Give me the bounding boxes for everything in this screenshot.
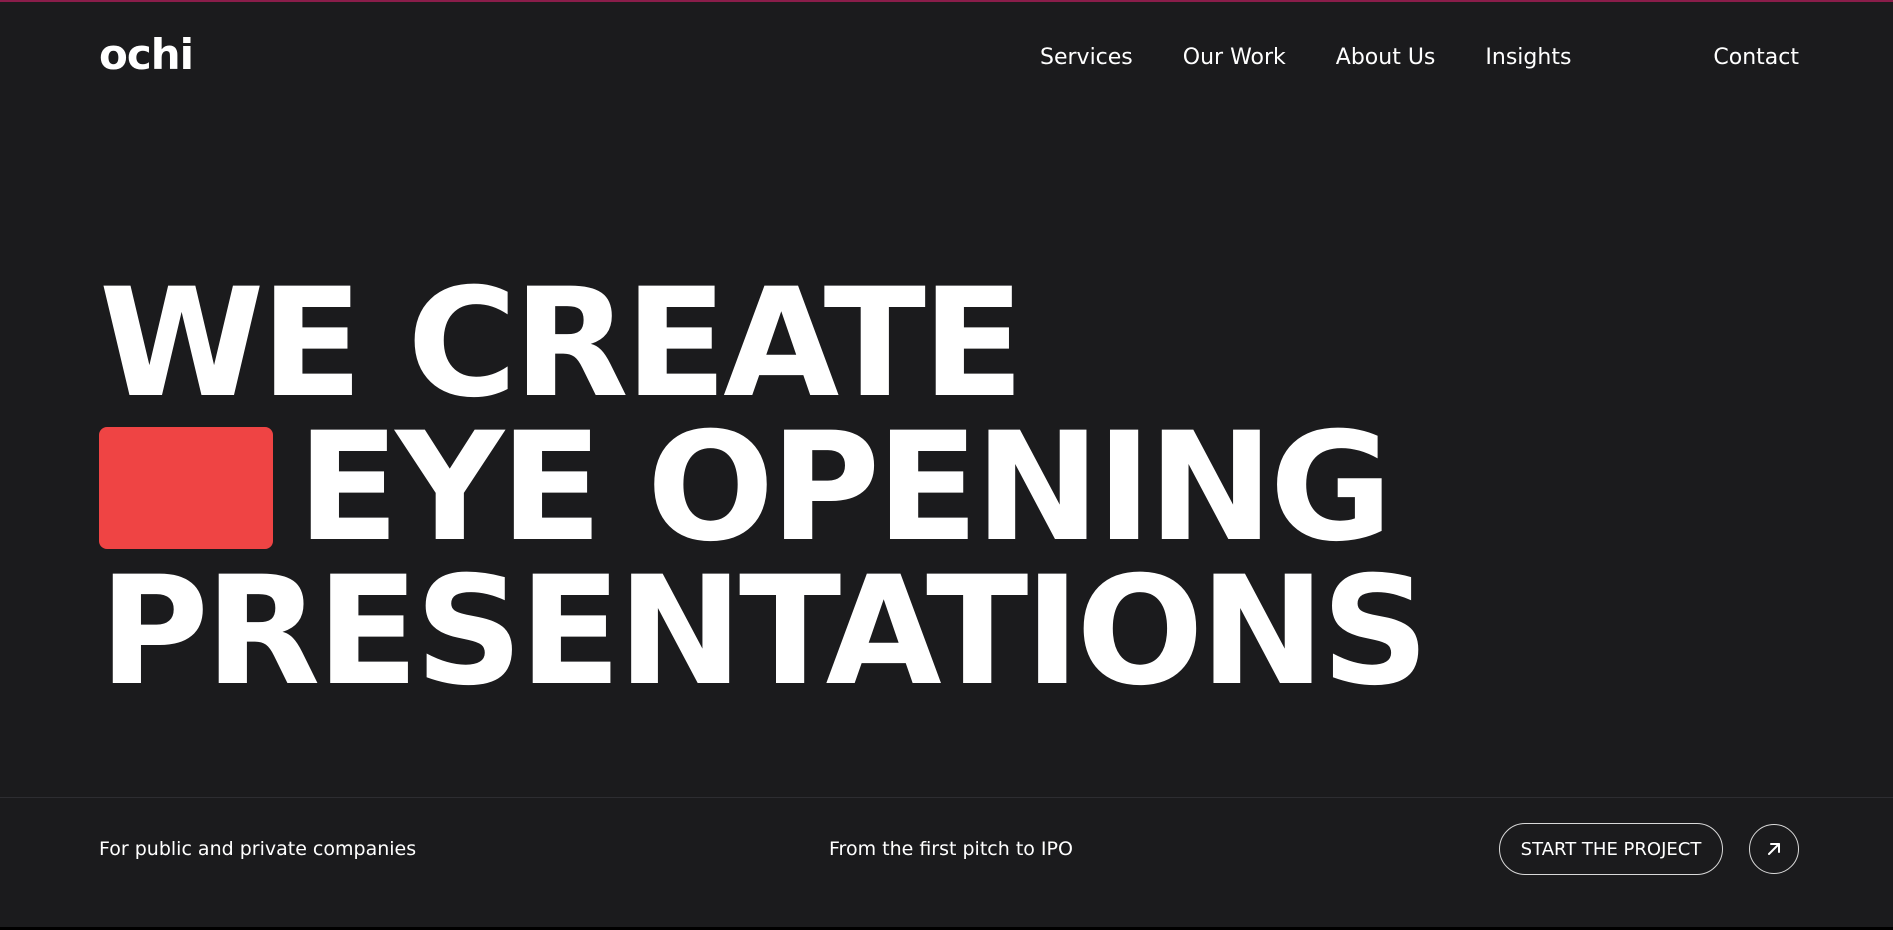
- footer-left-text: For public and private companies: [99, 838, 417, 860]
- hero-line-1: WE CREATE: [99, 257, 1024, 431]
- hero-line-3: PRESENTATIONS: [99, 545, 1429, 719]
- nav-link-contact[interactable]: Contact: [1713, 45, 1799, 70]
- accent-square: [99, 427, 273, 549]
- arrow-up-right-icon: [1768, 843, 1780, 855]
- start-project-button[interactable]: START THE PROJECT: [1499, 823, 1723, 875]
- arrow-button[interactable]: [1749, 824, 1799, 874]
- nav-links: Services Our Work About Us Insights: [1040, 45, 1571, 70]
- footer-middle-text: From the first pitch to IPO: [829, 838, 1073, 860]
- nav-link-insights[interactable]: Insights: [1485, 45, 1571, 70]
- hero-section: WE CREATE EYE OPENING PRESENTATIONS: [99, 257, 1429, 719]
- hero-line-2: EYE OPENING: [297, 401, 1393, 575]
- footer-divider: [0, 797, 1893, 798]
- nav-link-services[interactable]: Services: [1040, 45, 1133, 70]
- logo[interactable]: ochi: [99, 34, 194, 76]
- nav-link-our-work[interactable]: Our Work: [1183, 45, 1286, 70]
- hero-line-2-wrapper: EYE OPENING: [99, 401, 1425, 575]
- nav-link-about-us[interactable]: About Us: [1336, 45, 1436, 70]
- navbar: ochi Services Our Work About Us Insights…: [0, 0, 1893, 120]
